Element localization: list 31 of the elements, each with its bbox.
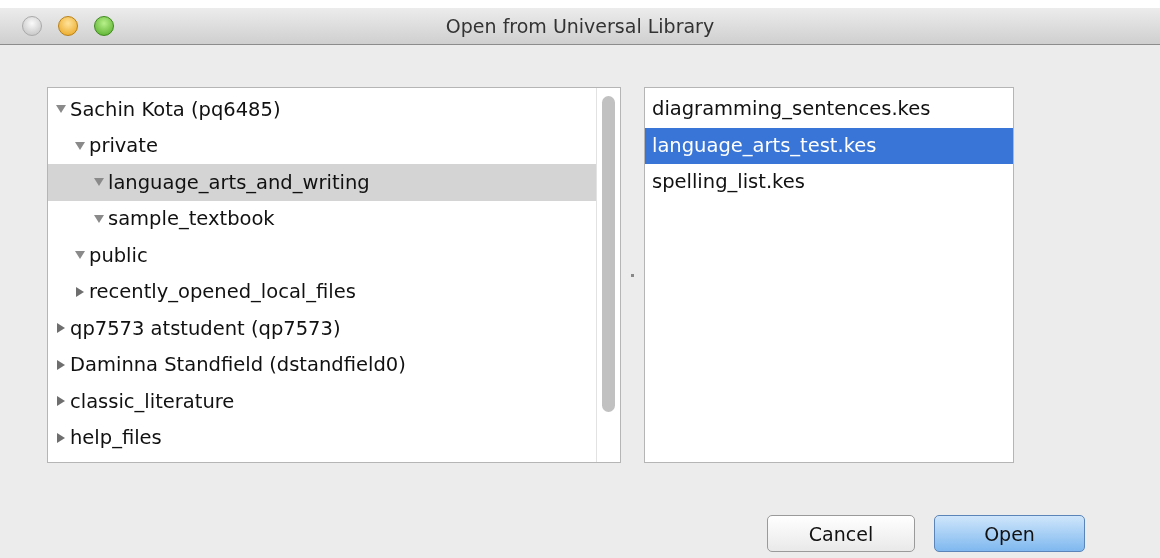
tree-item[interactable]: private	[48, 127, 596, 164]
tree-item[interactable]: language_arts_and_writing	[48, 164, 596, 201]
minimize-icon[interactable]	[58, 16, 78, 36]
collapsed-triangle-icon[interactable]	[56, 323, 66, 334]
file-item[interactable]: diagramming_sentences.kes	[645, 91, 1013, 128]
tree-item[interactable]: help_files	[48, 419, 596, 456]
file-item[interactable]: spelling_list.kes	[645, 164, 1013, 201]
collapsed-triangle-icon[interactable]	[56, 432, 66, 443]
window-title: Open from Universal Library	[445, 15, 715, 37]
tree-item[interactable]: classic_literature	[48, 383, 596, 420]
collapsed-triangle-icon[interactable]	[75, 286, 85, 297]
cancel-button[interactable]: Cancel	[767, 515, 915, 552]
tree-item[interactable]: Sachin Kota (pq6485)	[48, 91, 596, 128]
tree-item[interactable]: public	[48, 237, 596, 274]
expanded-triangle-icon[interactable]	[94, 177, 104, 188]
tree-item[interactable]: recently_opened_local_files	[48, 273, 596, 310]
tree-item[interactable]: Daminna Standfield (dstandfield0)	[48, 346, 596, 383]
scrollbar-thumb[interactable]	[602, 96, 615, 412]
zoom-icon[interactable]	[94, 16, 114, 36]
expanded-triangle-icon[interactable]	[94, 213, 104, 224]
collapsed-triangle-icon[interactable]	[56, 396, 66, 407]
open-button[interactable]: Open	[934, 515, 1085, 552]
collapsed-triangle-icon[interactable]	[56, 359, 66, 370]
expanded-triangle-icon[interactable]	[75, 140, 85, 151]
splitter-handle[interactable]	[631, 273, 634, 277]
close-icon[interactable]	[22, 16, 42, 36]
expanded-triangle-icon[interactable]	[56, 104, 66, 115]
expanded-triangle-icon[interactable]	[75, 250, 85, 261]
tree-item[interactable]: qp7573 atstudent (qp7573)	[48, 310, 596, 347]
file-item[interactable]: language_arts_test.kes	[645, 127, 1013, 164]
tree-item[interactable]: sample_textbook	[48, 200, 596, 237]
